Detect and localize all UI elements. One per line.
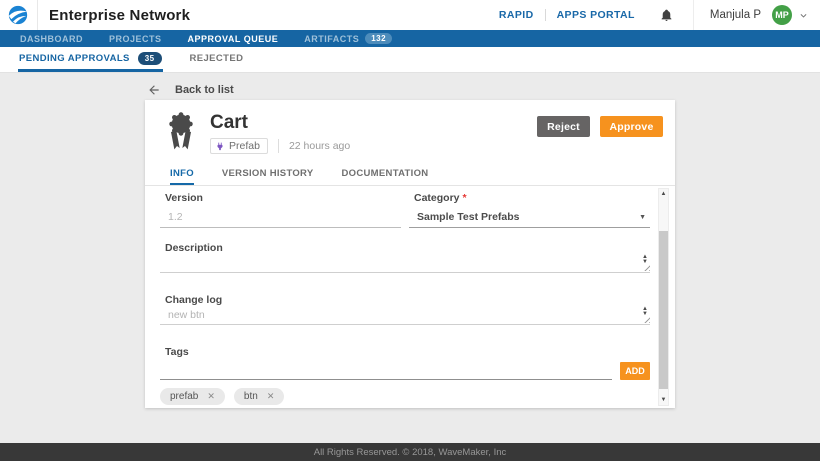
stepper-down-icon: ▼ <box>642 260 648 265</box>
nav-item-dashboard[interactable]: DASHBOARD <box>20 34 83 44</box>
bell-icon <box>660 8 673 22</box>
tab-pending-approvals[interactable]: PENDING APPROVALS 35 <box>18 47 163 72</box>
category-label: Category* <box>414 192 650 204</box>
approval-card: Cart Prefab 22 hours ago Reject <box>145 100 675 408</box>
user-divider <box>693 0 694 30</box>
card-tabs: INFO VERSION HISTORY DOCUMENTATION <box>145 164 675 186</box>
action-buttons: Reject Approve <box>537 112 663 164</box>
category-select[interactable]: Sample Test Prefabs ▼ <box>409 206 650 228</box>
tab-version-history[interactable]: VERSION HISTORY <box>222 164 314 185</box>
wavemaker-logo-icon[interactable] <box>8 5 28 25</box>
scroll-up-icon[interactable]: ▲ <box>659 189 668 199</box>
tab-rejected[interactable]: REJECTED <box>189 47 245 72</box>
scrollbar-thumb[interactable] <box>659 231 668 389</box>
changelog-label: Change log <box>165 294 650 306</box>
description-field-group: Description ▲▼ <box>160 242 650 273</box>
page: Enterprise Network RAPID APPS PORTAL Man… <box>0 0 820 461</box>
form-fields: Version 1.2 Category* Sample Test Prefab… <box>160 186 650 405</box>
chevron-down-icon <box>799 11 808 20</box>
back-to-list-link[interactable]: Back to list <box>147 83 234 97</box>
description-label: Description <box>165 242 650 254</box>
tags-row: ADD <box>160 362 650 380</box>
tags-label: Tags <box>165 346 650 358</box>
top-header: Enterprise Network RAPID APPS PORTAL Man… <box>0 0 820 30</box>
stepper-down-icon: ▼ <box>642 312 648 317</box>
rapid-link[interactable]: RAPID <box>488 9 545 21</box>
version-input: 1.2 <box>160 206 401 228</box>
add-tag-button[interactable]: ADD <box>620 362 650 380</box>
user-menu[interactable]: Manjula P MP <box>710 5 808 25</box>
notifications-button[interactable] <box>660 8 673 22</box>
stepper-icons[interactable]: ▲▼ <box>642 255 648 265</box>
content-area: Back to list Cart <box>0 73 820 443</box>
header-right: RAPID APPS PORTAL Manjula P MP <box>488 0 808 30</box>
form-scrollbar[interactable]: ▲ ▼ <box>658 188 669 406</box>
tag-chips: prefab ✕ btn ✕ <box>160 388 650 405</box>
version-label: Version <box>165 192 401 204</box>
nav-item-approval-queue[interactable]: APPROVAL QUEUE <box>188 34 279 44</box>
changelog-field-group: Change log new btn ▲▼ <box>160 294 650 325</box>
app-title: Enterprise Network <box>49 7 190 24</box>
approve-button[interactable]: Approve <box>600 116 663 137</box>
meta-divider <box>278 139 279 153</box>
type-badge: Prefab <box>210 138 268 154</box>
required-marker: * <box>463 192 467 204</box>
version-field-group: Version 1.2 <box>160 192 401 228</box>
stepper-icons[interactable]: ▲▼ <box>642 307 648 317</box>
artifact-meta: Prefab 22 hours ago <box>210 138 350 154</box>
reject-button[interactable]: Reject <box>537 116 590 137</box>
tag-chip: prefab ✕ <box>160 388 225 405</box>
avatar: MP <box>772 5 792 25</box>
user-name: Manjula P <box>710 9 761 21</box>
apps-portal-link[interactable]: APPS PORTAL <box>546 9 646 21</box>
tab-info[interactable]: INFO <box>170 164 194 185</box>
artifacts-count-badge: 132 <box>365 33 392 44</box>
tags-field-group: Tags ADD prefab ✕ btn ✕ <box>160 346 650 405</box>
pending-count-badge: 35 <box>138 52 162 65</box>
nav-item-artifacts[interactable]: ARTIFACTS 132 <box>304 33 392 44</box>
award-ribbon-icon <box>165 112 197 152</box>
card-header: Cart Prefab 22 hours ago Reject <box>145 100 675 164</box>
category-field-group: Category* Sample Test Prefabs ▼ <box>409 192 650 228</box>
back-arrow-icon <box>147 83 161 97</box>
tags-input[interactable] <box>160 363 612 380</box>
page-footer: All Rights Reserved. © 2018, WaveMaker, … <box>0 443 820 461</box>
caret-down-icon: ▼ <box>639 214 646 221</box>
timestamp: 22 hours ago <box>289 140 350 152</box>
artifact-title: Cart <box>210 112 350 134</box>
changelog-textarea[interactable]: new btn ▲▼ <box>160 308 650 325</box>
info-form: Version 1.2 Category* Sample Test Prefab… <box>145 186 675 408</box>
remove-tag-icon[interactable]: ✕ <box>267 392 275 401</box>
plug-icon <box>215 141 225 151</box>
remove-tag-icon[interactable]: ✕ <box>207 392 215 401</box>
scroll-down-icon[interactable]: ▼ <box>659 395 668 405</box>
tab-documentation[interactable]: DOCUMENTATION <box>342 164 429 185</box>
main-nav: DASHBOARD PROJECTS APPROVAL QUEUE ARTIFA… <box>0 30 820 47</box>
copyright-text: All Rights Reserved. © 2018, WaveMaker, … <box>314 447 507 458</box>
card-title-block: Cart Prefab 22 hours ago <box>210 112 350 164</box>
description-textarea[interactable]: ▲▼ <box>160 256 650 273</box>
tag-chip: btn ✕ <box>234 388 284 405</box>
form-row-version-category: Version 1.2 Category* Sample Test Prefab… <box>160 192 650 228</box>
header-divider <box>37 0 38 30</box>
nav-item-projects[interactable]: PROJECTS <box>109 34 162 44</box>
sub-nav: PENDING APPROVALS 35 REJECTED <box>0 47 820 73</box>
